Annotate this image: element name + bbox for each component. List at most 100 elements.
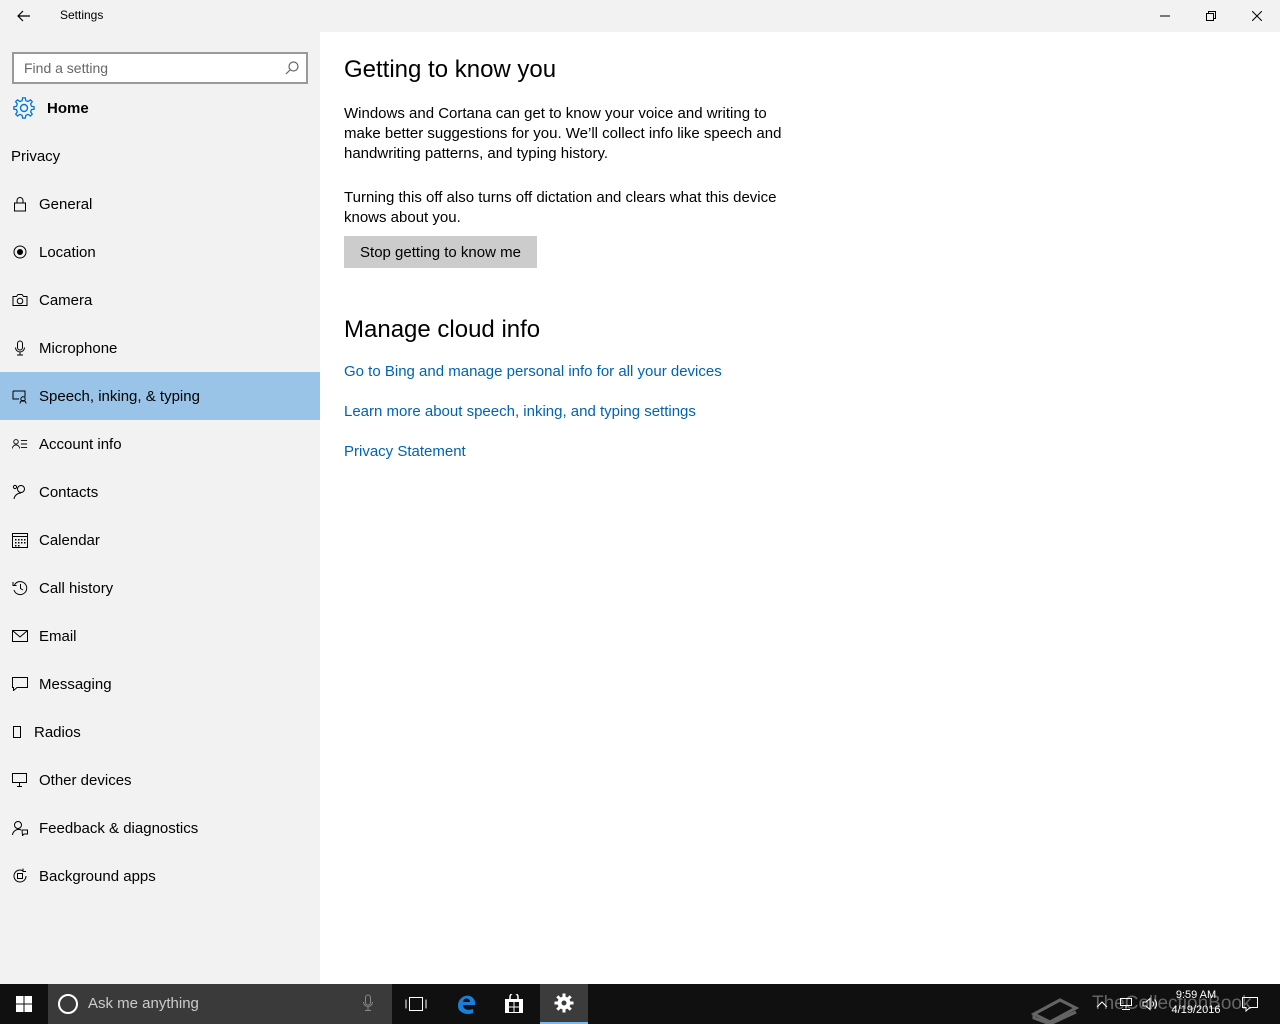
calendar-icon xyxy=(12,532,28,548)
settings-taskbar-button[interactable] xyxy=(540,984,588,1024)
show-hidden-icons-button[interactable] xyxy=(1092,984,1112,1024)
stop-getting-to-know-me-button[interactable]: Stop getting to know me xyxy=(344,236,537,268)
account-info-icon xyxy=(12,436,28,452)
network-tray-button[interactable] xyxy=(1116,984,1136,1024)
clock-time: 9:59 AM xyxy=(1175,989,1217,1001)
sidebar-item-camera[interactable]: Camera xyxy=(0,276,320,324)
radios-icon xyxy=(12,724,22,740)
back-arrow-icon xyxy=(17,10,30,22)
volume-icon xyxy=(1142,997,1157,1011)
sidebar-item-calendar[interactable]: Calendar xyxy=(0,516,320,564)
contacts-icon xyxy=(12,484,28,500)
sidebar-item-account-info[interactable]: Account info xyxy=(0,420,320,468)
minimize-button[interactable] xyxy=(1142,0,1188,32)
book-logo-icon xyxy=(1030,998,1080,1024)
messaging-icon xyxy=(12,676,28,692)
bing-personal-info-link[interactable]: Go to Bing and manage personal info for … xyxy=(344,363,722,380)
sidebar-item-label: Calendar xyxy=(39,531,100,549)
sidebar-item-background-apps[interactable]: Background apps xyxy=(0,852,320,900)
cortana-search-placeholder: Ask me anything xyxy=(88,995,199,1012)
taskbar: Ask me anything TheCollectionBook 9:59 A… xyxy=(0,984,1280,1024)
sidebar-item-label: Other devices xyxy=(39,771,132,789)
minimize-icon xyxy=(1160,15,1170,17)
sidebar-item-label: General xyxy=(39,195,93,213)
sidebar-item-label: Background apps xyxy=(39,867,156,885)
sidebar-item-other-devices[interactable]: Other devices xyxy=(0,756,320,804)
cortana-icon xyxy=(58,994,78,1014)
start-button[interactable] xyxy=(0,984,48,1024)
restore-icon xyxy=(1206,11,1216,21)
edge-taskbar-button[interactable] xyxy=(442,984,490,1024)
cortana-search-box[interactable]: Ask me anything xyxy=(48,984,392,1024)
microphone-icon[interactable] xyxy=(362,994,374,1012)
task-view-button[interactable] xyxy=(392,984,440,1024)
restore-button[interactable] xyxy=(1188,0,1234,32)
background-apps-icon xyxy=(12,868,28,884)
sidebar-item-label: Speech, inking, & typing xyxy=(39,387,200,405)
sidebar-item-feedback-diagnostics[interactable]: Feedback & diagnostics xyxy=(0,804,320,852)
section-label-privacy: Privacy xyxy=(11,148,61,165)
sidebar-item-general[interactable]: General xyxy=(0,180,320,228)
sidebar-item-contacts[interactable]: Contacts xyxy=(0,468,320,516)
volume-tray-button[interactable] xyxy=(1140,984,1162,1024)
feedback-icon xyxy=(12,820,28,836)
search-icon[interactable] xyxy=(284,60,300,76)
sidebar-item-label: Contacts xyxy=(39,483,99,501)
camera-icon xyxy=(12,292,28,308)
sidebar-item-label: Radios xyxy=(34,723,81,741)
close-button[interactable] xyxy=(1234,0,1280,32)
learn-more-link[interactable]: Learn more about speech, inking, and typ… xyxy=(344,403,696,420)
sidebar-item-label: Call history xyxy=(39,579,114,597)
home-label: Home xyxy=(47,99,89,117)
chevron-up-icon xyxy=(1096,1001,1108,1008)
sidebar-item-messaging[interactable]: Messaging xyxy=(0,660,320,708)
privacy-statement-link[interactable]: Privacy Statement xyxy=(344,443,466,460)
clock[interactable]: 9:59 AM 4/19/2016 xyxy=(1164,988,1228,1018)
sidebar-item-label: Camera xyxy=(39,291,93,309)
speech-inking-icon xyxy=(12,388,28,404)
back-button[interactable] xyxy=(8,4,40,28)
sidebar-item-microphone[interactable]: Microphone xyxy=(0,324,320,372)
edge-icon xyxy=(458,995,476,1014)
sidebar-item-speech-inking-typing[interactable]: Speech, inking, & typing xyxy=(0,372,320,420)
windows-logo-icon xyxy=(16,996,32,1012)
sidebar-item-label: Microphone xyxy=(39,339,118,357)
sidebar-item-email[interactable]: Email xyxy=(0,612,320,660)
close-icon xyxy=(1252,11,1262,21)
warning-text: Turning this off also turns off dictatio… xyxy=(344,189,777,226)
home-link[interactable]: Home xyxy=(12,96,89,120)
email-icon xyxy=(12,628,28,644)
lock-icon xyxy=(12,196,28,212)
sidebar: Find a setting Home Privacy General Loca… xyxy=(0,32,320,984)
notifications-icon xyxy=(1242,997,1258,1012)
other-devices-icon xyxy=(12,772,28,788)
sidebar-item-label: Location xyxy=(39,243,96,261)
section-title-cloud-info: Manage cloud info xyxy=(344,316,541,343)
page-title: Getting to know you xyxy=(344,56,557,83)
description-text: Windows and Cortana can get to know your… xyxy=(344,105,782,162)
store-taskbar-button[interactable] xyxy=(490,984,538,1024)
sidebar-item-label: Messaging xyxy=(39,675,112,693)
main-content: Getting to know you Windows and Cortana … xyxy=(320,32,1280,984)
search-placeholder: Find a setting xyxy=(24,60,109,76)
search-input[interactable]: Find a setting xyxy=(12,52,308,84)
sidebar-item-label: Feedback & diagnostics xyxy=(39,819,199,837)
privacy-nav: General Location Camera Microphone Speec… xyxy=(0,180,320,900)
task-view-icon xyxy=(405,997,427,1011)
store-icon xyxy=(505,994,523,1013)
sidebar-item-label: Email xyxy=(39,627,77,645)
clock-date: 4/19/2016 xyxy=(1171,1004,1221,1016)
location-icon xyxy=(12,244,28,260)
gear-icon xyxy=(554,993,574,1013)
sidebar-item-label: Account info xyxy=(39,435,122,453)
network-icon xyxy=(1120,998,1132,1010)
title-bar: Settings xyxy=(0,0,1280,32)
action-center-button[interactable] xyxy=(1238,984,1262,1024)
microphone-icon xyxy=(12,340,28,356)
call-history-icon xyxy=(12,580,28,596)
sidebar-item-call-history[interactable]: Call history xyxy=(0,564,320,612)
sidebar-item-radios[interactable]: Radios xyxy=(0,708,320,756)
window-title: Settings xyxy=(60,8,104,22)
sidebar-item-location[interactable]: Location xyxy=(0,228,320,276)
gear-icon xyxy=(13,97,35,119)
